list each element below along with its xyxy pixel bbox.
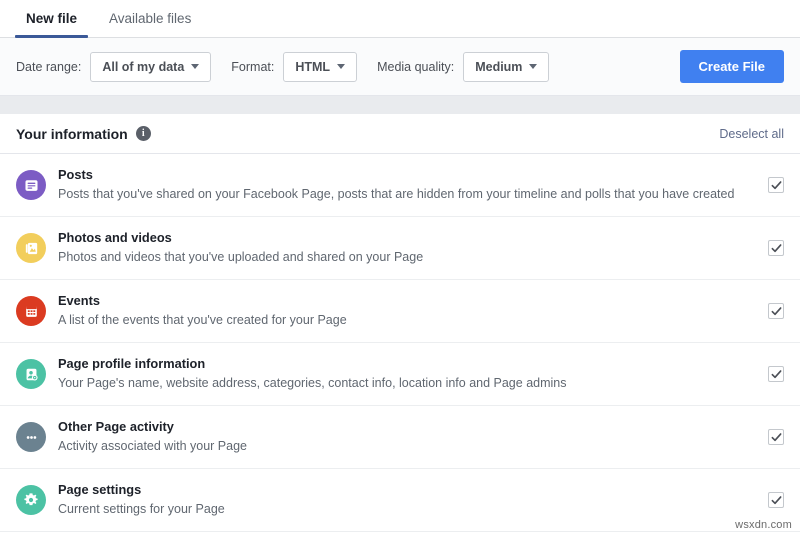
list-item-title: Events (58, 293, 100, 308)
list-item-checkbox[interactable] (768, 177, 784, 193)
tab-bar: New file Available files (0, 0, 800, 38)
list-item-text: Posts Posts that you've shared on your F… (58, 166, 754, 203)
list-item-description: Current settings for your Page (58, 500, 754, 519)
list-item[interactable]: Page settings Current settings for your … (0, 469, 800, 532)
list-item-description: A list of the events that you've created… (58, 311, 754, 330)
list-item-text: Photos and videos Photos and videos that… (58, 229, 754, 266)
other-activity-dots-icon (16, 422, 46, 452)
list-item-title: Page settings (58, 482, 141, 497)
media-quality-value: Medium (475, 60, 522, 74)
photos-videos-icon (16, 233, 46, 263)
tab-available-files-label: Available files (109, 11, 191, 26)
section-divider-band (0, 96, 800, 114)
list-item-title: Page profile information (58, 356, 205, 371)
list-item[interactable]: Other Page activity Activity associated … (0, 406, 800, 469)
format-label: Format: (231, 60, 274, 74)
list-item-description: Your Page's name, website address, categ… (58, 374, 754, 393)
list-item-title: Photos and videos (58, 230, 172, 245)
your-information-header: Your information i Deselect all (0, 114, 800, 154)
list-item-description: Posts that you've shared on your Faceboo… (58, 185, 754, 204)
options-toolbar: Date range: All of my data Format: HTML … (0, 38, 800, 96)
list-item[interactable]: Page profile information Your Page's nam… (0, 343, 800, 406)
chevron-down-icon (529, 64, 537, 69)
list-item-text: Page settings Current settings for your … (58, 481, 754, 518)
list-item-checkbox[interactable] (768, 429, 784, 445)
chevron-down-icon (337, 64, 345, 69)
list-item-description: Activity associated with your Page (58, 437, 754, 456)
list-item-title: Other Page activity (58, 419, 174, 434)
events-calendar-icon (16, 296, 46, 326)
chevron-down-icon (191, 64, 199, 69)
format-value: HTML (295, 60, 330, 74)
page-settings-gear-icon (16, 485, 46, 515)
tab-new-file[interactable]: New file (10, 0, 93, 37)
date-range-label: Date range: (16, 60, 81, 74)
list-item-title: Posts (58, 167, 93, 182)
list-item-checkbox[interactable] (768, 303, 784, 319)
create-file-button[interactable]: Create File (680, 50, 784, 83)
format-dropdown[interactable]: HTML (283, 52, 357, 82)
list-item[interactable]: Photos and videos Photos and videos that… (0, 217, 800, 280)
list-item[interactable]: Posts Posts that you've shared on your F… (0, 154, 800, 217)
information-list: Posts Posts that you've shared on your F… (0, 154, 800, 532)
page-title: Your information (16, 126, 128, 142)
tab-available-files[interactable]: Available files (93, 0, 207, 37)
list-item-text: Other Page activity Activity associated … (58, 418, 754, 455)
list-item-checkbox[interactable] (768, 492, 784, 508)
list-item-text: Page profile information Your Page's nam… (58, 355, 754, 392)
list-item[interactable]: Events A list of the events that you've … (0, 280, 800, 343)
deselect-all-link[interactable]: Deselect all (719, 127, 784, 141)
date-range-dropdown[interactable]: All of my data (90, 52, 211, 82)
list-item-checkbox[interactable] (768, 366, 784, 382)
list-item-description: Photos and videos that you've uploaded a… (58, 248, 754, 267)
date-range-value: All of my data (102, 60, 184, 74)
tab-new-file-label: New file (26, 11, 77, 26)
media-quality-label: Media quality: (377, 60, 454, 74)
media-quality-dropdown[interactable]: Medium (463, 52, 549, 82)
info-icon[interactable]: i (136, 126, 151, 141)
list-item-text: Events A list of the events that you've … (58, 292, 754, 329)
page-profile-icon (16, 359, 46, 389)
posts-icon (16, 170, 46, 200)
list-item-checkbox[interactable] (768, 240, 784, 256)
watermark: wsxdn.com (735, 519, 792, 531)
